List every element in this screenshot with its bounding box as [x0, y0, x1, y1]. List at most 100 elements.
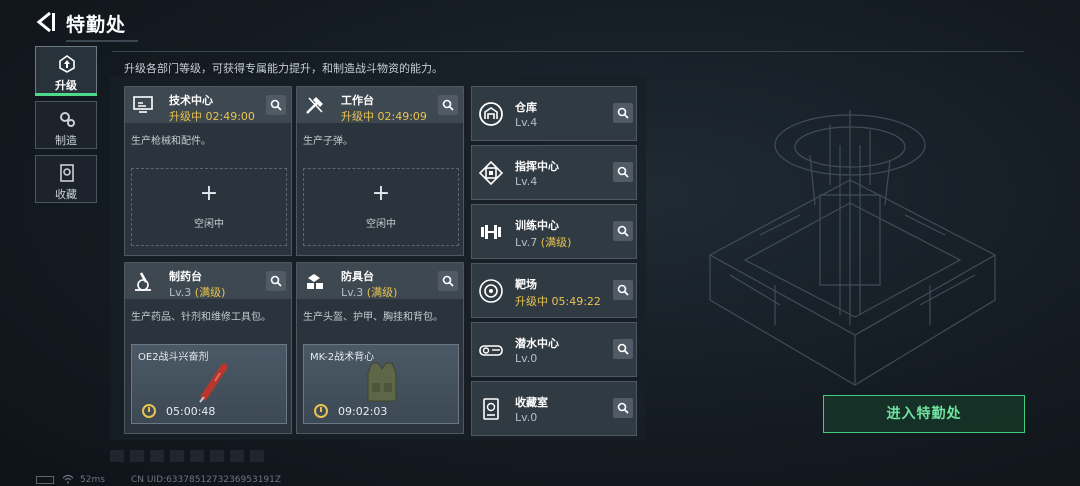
nav-tab-craft[interactable]: 制造 [35, 101, 97, 149]
facility-level: Lv.0 [515, 352, 537, 365]
collection-icon [60, 164, 74, 182]
battery-icon [36, 476, 54, 484]
timer-icon [314, 404, 328, 418]
level-value: Lv.0 [515, 411, 538, 424]
inspect-button[interactable] [613, 280, 633, 300]
footer-decoration [110, 450, 270, 462]
facility-name: 靶场 [515, 278, 537, 291]
card-description: 生产药品、针剂和维修工具包。 [131, 312, 271, 323]
production-item[interactable]: OE2战斗兴奋剂 05:00:48 [131, 344, 287, 424]
search-icon [617, 284, 629, 296]
level-value: Lv.4 [515, 116, 538, 129]
level-value: Lv.0 [515, 352, 538, 365]
back-arrow-icon[interactable] [34, 10, 56, 34]
level-value: Lv.3 [169, 286, 192, 299]
inspect-button[interactable] [613, 221, 633, 241]
warehouse-icon [479, 102, 503, 126]
item-time-remaining: 09:02:03 [338, 405, 388, 418]
facility-card-pharmacy[interactable]: 制药台 Lv.3 (满级) 生产药品、针剂和维修工具包。 OE2战斗兴奋剂 05… [124, 262, 292, 434]
nav-tab-collection[interactable]: 收藏 [35, 155, 97, 203]
inspect-button[interactable] [266, 271, 286, 291]
card-description: 生产头盔、护甲、胸挂和背包。 [303, 312, 443, 323]
max-level-badge: (满级) [366, 286, 398, 299]
slot-status: 空闲中 [194, 219, 224, 230]
facility-name: 训练中心 [515, 219, 559, 232]
inspect-button[interactable] [438, 95, 458, 115]
facility-card-warehouse[interactable]: 仓库 Lv.4 [471, 86, 637, 141]
chip-icon [478, 160, 504, 186]
tools-icon [306, 97, 323, 114]
upgrade-icon [59, 55, 75, 73]
card-status: 升级中 02:49:09 [341, 110, 427, 123]
gears-icon [60, 112, 75, 127]
display-case-icon [483, 398, 499, 420]
card-description: 生产枪械和配件。 [131, 136, 211, 147]
inspect-button[interactable] [266, 95, 286, 115]
card-title: 技术中心 [169, 94, 213, 107]
search-icon [617, 402, 629, 414]
facility-card-tech-center[interactable]: 技术中心 升级中 02:49:00 生产枪械和配件。 + 空闲中 [124, 86, 292, 256]
goggles-icon [479, 345, 503, 356]
facility-card-collection-room[interactable]: 收藏室 Lv.0 [471, 381, 637, 436]
network-ping: 52ms [80, 475, 105, 485]
facility-card-training-center[interactable]: 训练中心 Lv.7 (满级) [471, 204, 637, 259]
facility-card-command-center[interactable]: 指挥中心 Lv.4 [471, 145, 637, 200]
max-level-badge: (满级) [194, 286, 226, 299]
target-icon [479, 279, 503, 303]
header-divider [112, 51, 1024, 52]
production-slot-empty[interactable]: + 空闲中 [303, 168, 459, 246]
search-icon [442, 275, 454, 287]
facility-name: 仓库 [515, 101, 537, 114]
facility-card-shooting-range[interactable]: 靶场 升级中 05:49:22 [471, 263, 637, 318]
microscope-icon [135, 272, 151, 291]
item-time-remaining: 05:00:48 [166, 405, 216, 418]
inspect-button[interactable] [613, 103, 633, 123]
gear-parts-icon [307, 274, 323, 289]
facility-card-workbench[interactable]: 工作台 升级中 02:49:09 生产子弹。 + 空闲中 [296, 86, 464, 256]
nav-tab-collection-label: 收藏 [55, 188, 77, 201]
enter-special-ops-button[interactable]: 进入特勤处 [823, 395, 1025, 433]
monitor-icon [133, 96, 153, 113]
facility-card-armor-bench[interactable]: 防具台 Lv.3 (满级) 生产头盔、护甲、胸挂和背包。 MK-2战术背心 09… [296, 262, 464, 434]
title-underline [66, 40, 138, 42]
search-icon [617, 107, 629, 119]
item-name: OE2战斗兴奋剂 [138, 352, 209, 363]
card-description: 生产子弹。 [303, 136, 353, 147]
inspect-button[interactable] [438, 271, 458, 291]
card-status: 升级中 02:49:00 [169, 110, 255, 123]
max-level-badge: (满级) [540, 236, 572, 249]
nav-tab-craft-label: 制造 [55, 134, 77, 147]
nav-active-indicator [35, 93, 97, 96]
facility-status: 升级中 05:49:22 [515, 295, 601, 308]
production-slot-empty[interactable]: + 空闲中 [131, 168, 287, 246]
search-icon [270, 99, 282, 111]
facility-name: 潜水中心 [515, 337, 559, 350]
search-icon [270, 275, 282, 287]
search-icon [617, 343, 629, 355]
production-item[interactable]: MK-2战术背心 09:02:03 [303, 344, 459, 424]
base-wireframe-illustration [708, 110, 997, 386]
user-uid: CN UID:6337851273236953191Z [131, 475, 282, 485]
search-icon [442, 99, 454, 111]
card-level: Lv.3 (满级) [341, 284, 397, 300]
facility-card-diving-center[interactable]: 潜水中心 Lv.0 [471, 322, 637, 377]
facility-level: Lv.7 (满级) [515, 234, 571, 250]
card-title: 制药台 [169, 270, 202, 283]
facility-level: Lv.4 [515, 116, 537, 129]
tactical-vest-icon [367, 362, 397, 402]
search-icon [617, 166, 629, 178]
inspect-button[interactable] [613, 398, 633, 418]
facility-level: Lv.0 [515, 411, 537, 424]
nav-tab-upgrade[interactable]: 升级 [35, 46, 97, 94]
add-icon: + [371, 181, 391, 206]
facility-name: 指挥中心 [515, 160, 559, 173]
add-icon: + [199, 181, 219, 206]
level-value: Lv.3 [341, 286, 364, 299]
injector-icon [199, 363, 228, 403]
search-icon [617, 225, 629, 237]
card-title: 工作台 [341, 94, 374, 107]
slot-status: 空闲中 [366, 219, 396, 230]
inspect-button[interactable] [613, 339, 633, 359]
inspect-button[interactable] [613, 162, 633, 182]
page-title: 特勤处 [66, 14, 127, 36]
